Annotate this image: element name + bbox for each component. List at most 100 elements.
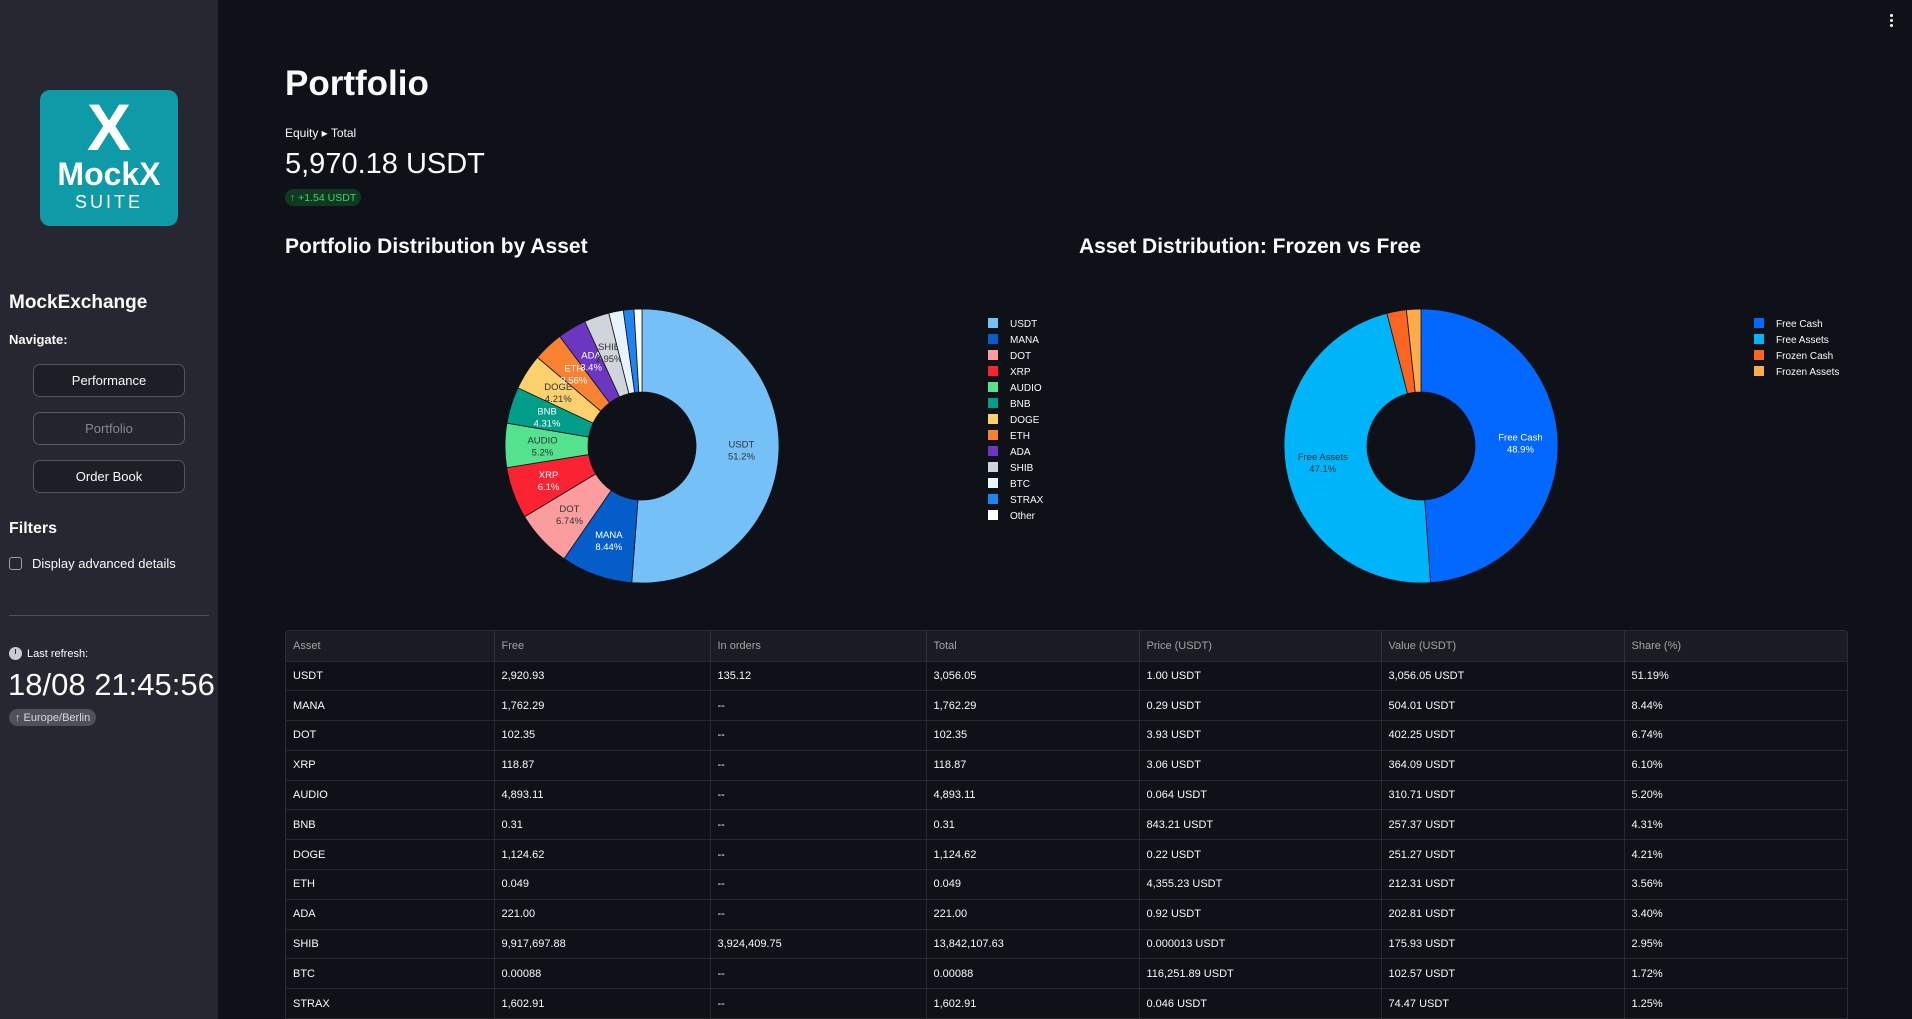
asset-legend-swatch[interactable] [988, 398, 998, 408]
table-cell: 118.87 [494, 750, 711, 781]
equity-metric-value: 5,970.18 USDT [285, 148, 485, 180]
asset-legend-label[interactable]: USDT [1010, 319, 1037, 330]
table-cell: 3.56% [1624, 869, 1847, 900]
order-book-button[interactable]: Order Book [33, 460, 185, 493]
asset-legend-swatch[interactable] [988, 510, 998, 520]
table-cell: 4.21% [1624, 839, 1847, 871]
advanced-details-label: Display advanced details [32, 556, 176, 571]
asset-legend-label[interactable]: XRP [1010, 367, 1031, 378]
portfolio-button[interactable]: Portfolio [33, 412, 185, 445]
portfolio-distribution-chart[interactable]: USDT 51.2% MANA 8.44% DOT 6.74% XRP 6.1% AUDIO 5.… [285, 280, 1065, 610]
asset-legend-label[interactable]: Other [1010, 511, 1036, 522]
table-row[interactable]: ADA 221.00 -- 221.00 0.92 USDT 202.81 USDT 3.4… [286, 899, 1847, 930]
table-cell: DOGE [286, 839, 495, 871]
table-row[interactable]: AUDIO 4,893.11 -- 4,893.11 0.064 USDT 310.71 … [286, 780, 1847, 811]
frozen-free-slice-free-cash[interactable] [1420, 308, 1559, 584]
page-title: Portfolio [285, 64, 429, 103]
asset-legend-swatch[interactable] [988, 494, 998, 504]
table-cell: 0.049 [494, 869, 711, 900]
table-cell: STRAX [286, 988, 495, 1019]
asset-slice-usdt[interactable] [631, 308, 780, 584]
table-row[interactable]: BNB 0.31 -- 0.31 843.21 USDT 257.37 USDT 4.31% [286, 809, 1847, 841]
holdings-table[interactable]: Asset Free In orders Total Price (USDT) Value… [285, 630, 1848, 1019]
column-header[interactable]: Share (%) [1624, 631, 1847, 662]
frozen-free-legend-label[interactable]: Free Assets [1776, 335, 1829, 346]
asset-legend-label[interactable]: BTC [1010, 479, 1030, 490]
asset-legend-swatch[interactable] [988, 478, 998, 488]
main-menu-icon[interactable] [1890, 14, 1894, 28]
table-cell: 135.12 [710, 661, 927, 692]
table-row[interactable]: STRAX 1,602.91 -- 1,602.91 0.046 USDT 74.47 U… [286, 988, 1847, 1019]
frozen-free-legend-label[interactable]: Frozen Cash [1776, 351, 1833, 362]
frozen-free-chart[interactable]: Free Cash 48.9%Free Assets 47.1%Free CashF… [1079, 280, 1869, 610]
table-row[interactable]: USDT 2,920.93 135.12 3,056.05 1.00 USDT 3,056… [286, 661, 1847, 692]
asset-legend-label[interactable]: SHIB [1010, 463, 1034, 474]
advanced-details-checkbox[interactable] [9, 557, 22, 570]
table-cell: -- [710, 720, 927, 751]
asset-legend-swatch[interactable] [988, 430, 998, 440]
column-header[interactable]: In orders [710, 631, 927, 662]
table-cell: 6.10% [1624, 750, 1847, 781]
frozen-free-legend-label[interactable]: Free Cash [1776, 319, 1823, 330]
frozen-free-legend-swatch[interactable] [1754, 318, 1764, 328]
table-row[interactable]: SHIB 9,917,697.88 3,924,409.75 13,842,107.6… [286, 929, 1847, 960]
asset-legend-swatch[interactable] [988, 318, 998, 328]
asset-legend-swatch[interactable] [988, 350, 998, 360]
column-header[interactable]: Asset [286, 631, 495, 662]
table-cell: 4,355.23 USDT [1139, 869, 1382, 900]
column-header[interactable]: Price (USDT) [1139, 631, 1382, 662]
clock-icon [9, 647, 22, 660]
table-cell: 504.01 USDT [1381, 690, 1625, 722]
advanced-details-toggle[interactable]: Display advanced details [9, 556, 176, 571]
column-header[interactable]: Value (USDT) [1381, 631, 1625, 662]
table-row[interactable]: BTC 0.00088 -- 0.00088 116,251.89 USDT 102.57… [286, 958, 1847, 990]
chart-title-frozen-free: Asset Distribution: Frozen vs Free [1079, 235, 1421, 258]
asset-legend-label[interactable]: STRAX [1010, 495, 1044, 506]
table-cell: 6.74% [1624, 720, 1847, 751]
asset-legend-swatch[interactable] [988, 366, 998, 376]
asset-slice-label: MANA 8.44% [595, 530, 623, 553]
asset-legend-label[interactable]: ETH [1010, 431, 1030, 442]
logo-name: MockX [57, 156, 161, 192]
table-cell: 0.00088 [494, 958, 711, 990]
asset-legend-swatch[interactable] [988, 334, 998, 344]
table-cell: 2,920.93 [494, 661, 711, 692]
asset-legend-label[interactable]: MANA [1010, 335, 1039, 346]
table-cell: 3,056.05 USDT [1381, 661, 1625, 692]
table-row[interactable]: XRP 118.87 -- 118.87 3.06 USDT 364.09 USDT 6.1… [286, 750, 1847, 781]
asset-slice-label: XRP 6.1% [538, 470, 560, 493]
frozen-free-legend-swatch[interactable] [1754, 334, 1764, 344]
asset-legend-swatch[interactable] [988, 462, 998, 472]
table-row[interactable]: MANA 1,762.29 -- 1,762.29 0.29 USDT 504.01 US… [286, 690, 1847, 722]
frozen-free-legend-swatch[interactable] [1754, 366, 1764, 376]
table-cell: ADA [286, 899, 495, 930]
table-cell: 1,602.91 [926, 988, 1140, 1019]
table-cell: 0.064 USDT [1139, 780, 1382, 811]
table-row[interactable]: DOT 102.35 -- 102.35 3.93 USDT 402.25 USDT 6.7… [286, 720, 1847, 751]
table-cell: 2.95% [1624, 929, 1847, 960]
asset-legend-swatch[interactable] [988, 382, 998, 392]
column-header[interactable]: Total [926, 631, 1140, 662]
asset-legend-label[interactable]: BNB [1010, 399, 1031, 410]
table-cell: 1.00 USDT [1139, 661, 1382, 692]
asset-legend-swatch[interactable] [988, 414, 998, 424]
table-cell: 0.92 USDT [1139, 899, 1382, 930]
frozen-free-legend-label[interactable]: Frozen Assets [1776, 367, 1839, 378]
table-cell: 0.29 USDT [1139, 690, 1382, 722]
table-row[interactable]: ETH 0.049 -- 0.049 4,355.23 USDT 212.31 USDT 3… [286, 869, 1847, 900]
column-header[interactable]: Free [494, 631, 711, 662]
table-cell: XRP [286, 750, 495, 781]
table-row[interactable]: DOGE 1,124.62 -- 1,124.62 0.22 USDT 251.27 US… [286, 839, 1847, 871]
asset-legend-label[interactable]: DOGE [1010, 415, 1040, 426]
table-cell: 1,762.29 [494, 690, 711, 722]
table-cell: -- [710, 690, 927, 722]
performance-button[interactable]: Performance [33, 364, 185, 397]
asset-legend-swatch[interactable] [988, 446, 998, 456]
asset-legend-label[interactable]: AUDIO [1010, 383, 1042, 394]
table-cell: 0.22 USDT [1139, 839, 1382, 871]
table-cell: 116,251.89 USDT [1139, 958, 1382, 990]
asset-legend-label[interactable]: DOT [1010, 351, 1031, 362]
asset-legend-label[interactable]: ADA [1010, 447, 1031, 458]
table-body: USDT 2,920.93 135.12 3,056.05 1.00 USDT 3,056… [286, 661, 1847, 1019]
frozen-free-legend-swatch[interactable] [1754, 350, 1764, 360]
